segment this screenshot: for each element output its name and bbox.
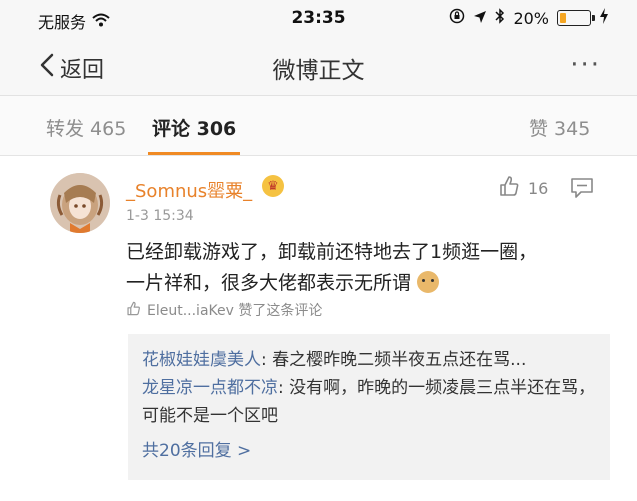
page-title: 微博正文 — [272, 58, 365, 84]
orientation-lock-icon — [449, 8, 465, 28]
comment-timestamp: 1-3 15:34 — [126, 208, 194, 224]
comment-text-line: 一片祥和，很多大佬都表示无所谓 — [126, 272, 412, 294]
replies-box[interactable]: 花椒娃娃虞美人: 春之樱昨晚二频半夜五点还在骂... 龙星凉一点都不凉: 没有啊… — [128, 334, 610, 480]
tab-repost[interactable]: 转发 465 — [46, 114, 126, 141]
reply-item[interactable]: 龙星凉一点都不凉: 没有啊，昨晚的一频凌晨三点半还在骂，可能不是一个区吧 — [142, 374, 596, 430]
location-icon — [473, 9, 487, 28]
status-bar: 无服务 23:35 20% — [0, 0, 637, 38]
like-count: 16 — [528, 178, 549, 198]
doge-emoji-icon — [417, 271, 440, 293]
reply-username[interactable]: 龙星凉一点都不凉 — [142, 378, 278, 398]
comment-username[interactable]: _Somnus罂粟_ — [126, 177, 252, 203]
bluetooth-icon — [495, 8, 505, 28]
liked-by-text: Eleut...iaKev 赞了这条评论 — [147, 303, 323, 319]
reply-username[interactable]: 花椒娃娃虞美人 — [142, 350, 261, 370]
comment-item[interactable]: _Somnus罂粟_ ♛ 1-3 15:34 16 已经卸载游戏了，卸载前还特地… — [0, 157, 637, 501]
thumbs-up-small-icon — [126, 301, 141, 320]
battery-icon — [557, 10, 595, 26]
thumbs-up-icon — [498, 175, 520, 201]
avatar[interactable] — [50, 173, 110, 233]
reply-comment-icon[interactable] — [570, 177, 594, 203]
like-button[interactable]: 16 — [498, 175, 548, 201]
tab-comments[interactable]: 评论 306 — [152, 114, 236, 141]
view-all-replies-link[interactable]: 共20条回复 > — [142, 436, 596, 461]
battery-level — [560, 13, 566, 23]
reply-item[interactable]: 花椒娃娃虞美人: 春之樱昨晚二频半夜五点还在骂... — [142, 346, 596, 374]
comment-text: 已经卸载游戏了，卸载前还特地去了1频逛一圈， 一片祥和，很多大佬都表示无所谓 — [126, 237, 606, 299]
reply-text: : 春之樱昨晚二频半夜五点还在骂... — [261, 350, 527, 370]
tab-bar: 转发 465 评论 306 赞 345 — [0, 96, 637, 156]
comment-text-line: 已经卸载游戏了，卸载前还特地去了1频逛一圈， — [126, 241, 538, 263]
charging-icon — [599, 8, 609, 28]
crown-badge-icon: ♛ — [262, 175, 284, 197]
tab-indicator — [148, 152, 240, 155]
liked-by-row: Eleut...iaKev 赞了这条评论 — [126, 300, 322, 320]
tab-likes[interactable]: 赞 345 — [529, 114, 590, 141]
navigation-bar: 返回 微博正文 ··· — [0, 38, 637, 96]
battery-percent: 20% — [513, 8, 549, 28]
more-options-button[interactable]: ··· — [570, 50, 601, 80]
